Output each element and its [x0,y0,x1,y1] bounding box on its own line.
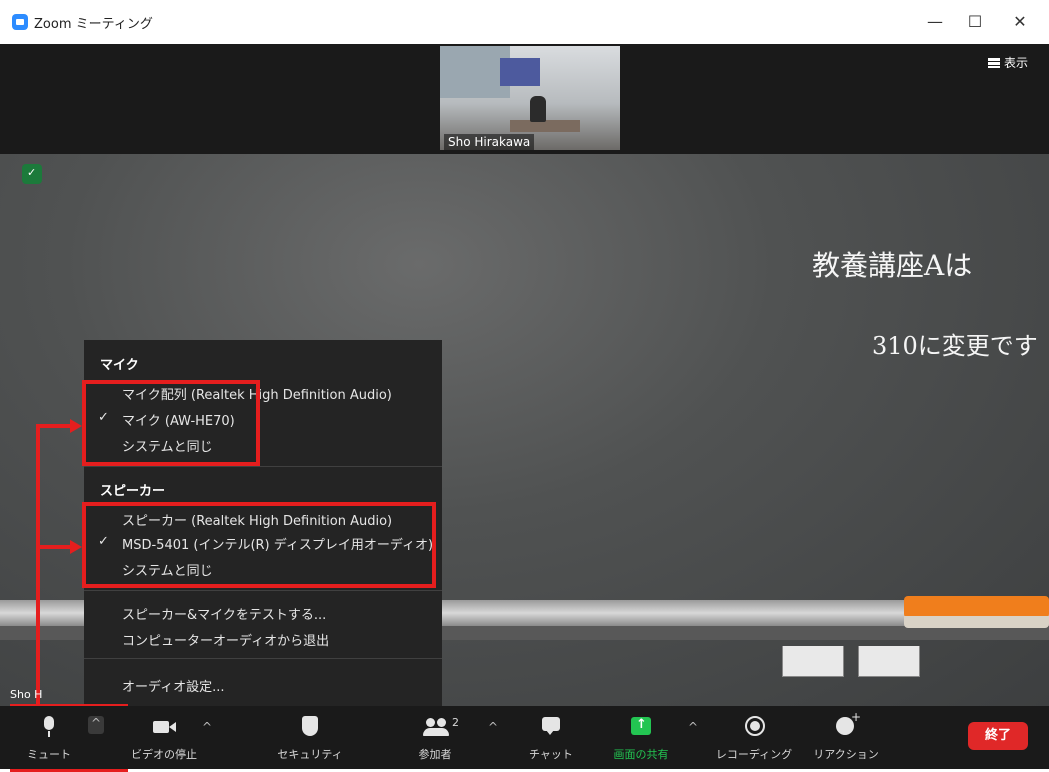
title-bar: Zoom ミーティング — ☐ ✕ [0,0,1049,45]
minimize-button[interactable]: — [920,10,950,34]
gallery-grid-icon [988,58,1000,68]
thumb-person [530,96,546,122]
security-label: セキュリティ [277,748,343,761]
end-meeting-button[interactable]: 終了 [968,722,1028,750]
recording-label: レコーディング [715,748,793,761]
speaker-section-header: スピーカー [100,484,166,499]
mic-section-header: マイク [100,358,139,373]
annotation-arrow-icon [70,419,82,433]
test-audio-item[interactable]: スピーカー&マイクをテストする... [122,604,326,623]
board-handwriting-line1: 教養講座Aは [812,249,973,282]
audio-options-caret[interactable]: ^ [88,716,104,734]
participants-label: 参加者 [418,748,452,761]
board-handwriting-line2: 310に変更です [872,332,1038,360]
chat-icon [538,716,564,738]
share-screen-button[interactable]: 画面の共有 [596,706,686,769]
record-icon [741,716,767,738]
self-video-name: Sho H [10,688,43,701]
participants-button[interactable]: 2 参加者 [400,706,470,769]
reactions-label: リアクション [813,748,879,761]
close-button[interactable]: ✕ [1005,10,1035,34]
shield-icon [297,716,323,738]
thumb-screen [500,58,540,86]
thumb-desk [510,120,580,132]
board-hook [858,646,920,677]
meeting-toolbar: ミュート ^ ビデオの停止 ^ セキュリティ 2 参加者 ^ チャット 画面の共… [0,706,1049,769]
annotation-line-to-speaker [36,545,70,549]
chat-label: チャット [529,748,573,761]
eraser [904,596,1049,618]
participants-icon [422,716,449,738]
microphone-icon [36,716,62,738]
stop-video-button[interactable]: ビデオの停止 [124,706,204,769]
video-camera-icon [151,716,177,738]
annotation-line-vertical [36,424,40,708]
share-screen-label: 画面の共有 [613,748,669,761]
mute-button[interactable]: ミュート [14,706,84,769]
stop-video-label: ビデオの停止 [131,748,197,761]
menu-divider [84,466,442,467]
recording-button[interactable]: レコーディング [706,706,802,769]
window-title: Zoom ミーティング [34,17,153,32]
share-screen-icon [628,716,654,738]
menu-divider [84,590,442,591]
chat-button[interactable]: チャット [516,706,586,769]
audio-settings-item[interactable]: オーディオ設定... [122,676,225,695]
annotation-box-mic [82,380,260,466]
menu-divider [84,658,442,659]
board-hook [782,646,844,677]
mute-label: ミュート [27,748,71,761]
maximize-button[interactable]: ☐ [960,10,990,34]
leave-computer-audio-item[interactable]: コンピューターオーディオから退出 [122,630,329,649]
zoom-app-icon [12,14,28,30]
smiley-icon [833,710,861,738]
annotation-line-to-mic [36,424,70,428]
participants-options-caret[interactable]: ^ [488,720,502,734]
annotation-arrow-icon [70,540,82,554]
encryption-shield-icon[interactable] [22,164,42,184]
view-label: 表示 [1004,56,1029,70]
security-button[interactable]: セキュリティ [270,706,350,769]
view-button[interactable]: 表示 [988,54,1028,71]
video-options-caret[interactable]: ^ [202,720,216,734]
reactions-button[interactable]: リアクション [804,706,888,769]
share-options-caret[interactable]: ^ [688,720,702,734]
thumbnail-participant-name: Sho Hirakawa [444,134,535,150]
eraser-pad [904,616,1049,628]
participant-count: 2 [452,716,459,729]
annotation-box-speaker [82,502,436,588]
